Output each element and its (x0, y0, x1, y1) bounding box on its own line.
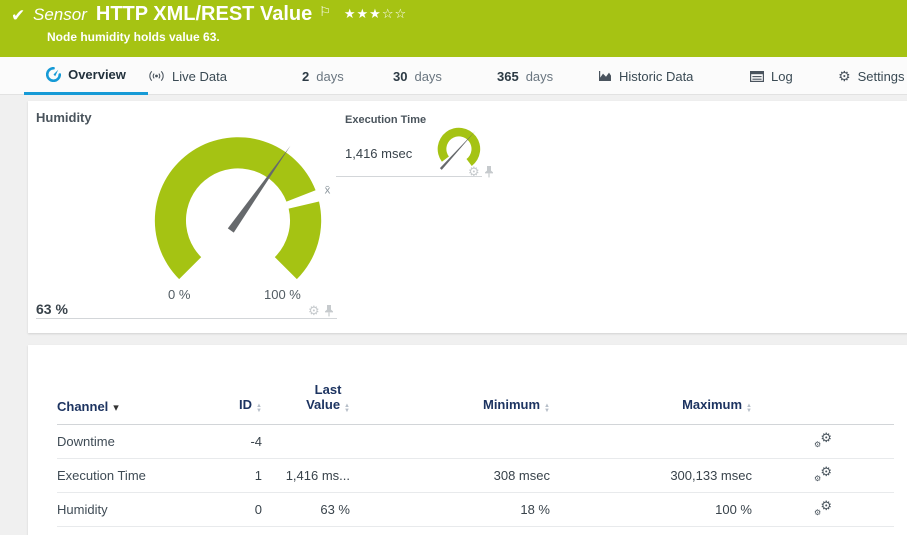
column-header-channel[interactable]: Channel ▾ (57, 399, 233, 414)
pin-icon[interactable] (324, 304, 334, 317)
tab-label: Overview (68, 67, 126, 82)
column-header-maximum[interactable]: Maximum ▲▼ (550, 397, 752, 414)
sort-icon: ▲▼ (746, 404, 752, 414)
humidity-gauge-title: Humidity (36, 110, 92, 125)
priority-flag-icon[interactable]: ⚐ (319, 4, 331, 20)
tab-label: days (526, 69, 553, 84)
table-row-execution-time[interactable]: Execution Time 1 1,416 ms... 308 msec 30… (57, 459, 894, 493)
gauge-icon (46, 67, 61, 82)
channel-minimum: 18 % (350, 502, 550, 517)
column-label: Value (306, 397, 340, 412)
channel-last-value: 1,416 ms... (262, 468, 350, 483)
priority-stars[interactable]: ★★★☆☆ (344, 6, 407, 22)
tab-settings[interactable]: ⚙ Settings (838, 57, 905, 95)
table-row-humidity[interactable]: Humidity 0 63 % 18 % 100 % ⚙⚙ (57, 493, 894, 527)
tab-label: days (316, 69, 343, 84)
area-chart-icon (598, 70, 612, 82)
channel-id: 0 (233, 502, 262, 517)
channel-minimum: 308 msec (350, 468, 550, 483)
status-ok-check-icon: ✔ (11, 6, 25, 26)
table-row-downtime[interactable]: Downtime -4 ⚙⚙ (57, 425, 894, 459)
execution-time-widget-divider (336, 176, 482, 177)
live-data-icon (148, 70, 165, 82)
tab-2-days[interactable]: 2 days (302, 57, 344, 95)
tab-label: Log (771, 69, 793, 84)
column-label: Last (315, 382, 342, 397)
sensor-title-row: Sensor HTTP XML/REST Value ⚐ ★★★☆☆ (33, 3, 407, 26)
channel-name: Downtime (57, 434, 233, 449)
channel-maximum: 100 % (550, 502, 752, 517)
channel-id: 1 (233, 468, 262, 483)
tab-bar: Overview Live Data 2 days 30 days 365 da… (0, 57, 907, 95)
humidity-widget-divider (36, 318, 337, 319)
humidity-gauge-min-label: 0 % (168, 287, 190, 302)
humidity-gauge-max-label: 100 % (264, 287, 301, 302)
tab-30-days[interactable]: 30 days (393, 57, 442, 95)
tab-log[interactable]: Log (750, 57, 793, 95)
tab-live-data[interactable]: Live Data (148, 57, 227, 95)
sensor-status-header: ✔ Sensor HTTP XML/REST Value ⚐ ★★★☆☆ Nod… (0, 0, 907, 57)
channel-last-value: 63 % (262, 502, 350, 517)
tab-number: 365 (497, 69, 519, 84)
channel-settings-icon[interactable]: ⚙⚙ (814, 500, 832, 516)
mean-marker-label: x̄ (325, 184, 331, 196)
tab-365-days[interactable]: 365 days (497, 57, 553, 95)
tab-historic-data[interactable]: Historic Data (598, 57, 693, 95)
channels-table-header: Channel▾ ID▲▼ Last Value▲▼ Minimum▲▼ Max… (57, 373, 894, 425)
sensor-kind-label: Sensor (33, 5, 87, 25)
sensor-title: HTTP XML/REST Value (96, 3, 312, 26)
channels-table: Channel▾ ID▲▼ Last Value▲▼ Minimum▲▼ Max… (57, 373, 894, 527)
humidity-current-value: 63 % (36, 301, 68, 317)
channels-table-panel: Channel▾ ID▲▼ Last Value▲▼ Minimum▲▼ Max… (28, 345, 907, 535)
gear-icon: ⚙ (838, 69, 851, 83)
pin-icon[interactable] (484, 165, 494, 178)
gear-icon[interactable]: ⚙ (308, 304, 320, 317)
sensor-status-message: Node humidity holds value 63. (47, 30, 220, 44)
tab-label: Settings (858, 69, 905, 84)
column-label: Channel (57, 399, 108, 414)
gauges-panel: Humidity x̄ 0 % 100 % 63 % ⚙ Execution T… (28, 101, 907, 333)
tab-label: Live Data (172, 69, 227, 84)
tab-label: days (414, 69, 441, 84)
tab-number: 2 (302, 69, 309, 84)
column-header-id[interactable]: ID▲▼ (233, 397, 262, 414)
column-label: Minimum (483, 397, 540, 412)
log-list-icon (750, 71, 764, 82)
execution-time-gauge-title: Execution Time (345, 114, 426, 126)
channel-name: Humidity (57, 502, 233, 517)
channel-settings-icon[interactable]: ⚙⚙ (814, 432, 832, 448)
column-header-minimum[interactable]: Minimum▲▼ (350, 397, 550, 414)
tab-number: 30 (393, 69, 407, 84)
column-label: Maximum (682, 397, 742, 412)
channel-name: Execution Time (57, 468, 233, 483)
humidity-widget-tools: ⚙ (308, 304, 334, 317)
column-label: ID (239, 397, 252, 412)
channel-id: -4 (233, 434, 262, 449)
tab-label: Historic Data (619, 69, 693, 84)
execution-time-current-value: 1,416 msec (345, 146, 412, 161)
channel-maximum: 300,133 msec (550, 468, 752, 483)
humidity-gauge: x̄ (134, 108, 342, 316)
tab-overview[interactable]: Overview (24, 57, 148, 95)
sort-active-icon: ▾ (113, 402, 119, 414)
column-header-last-value[interactable]: Last Value▲▼ (262, 382, 350, 414)
channel-settings-icon[interactable]: ⚙⚙ (814, 466, 832, 482)
